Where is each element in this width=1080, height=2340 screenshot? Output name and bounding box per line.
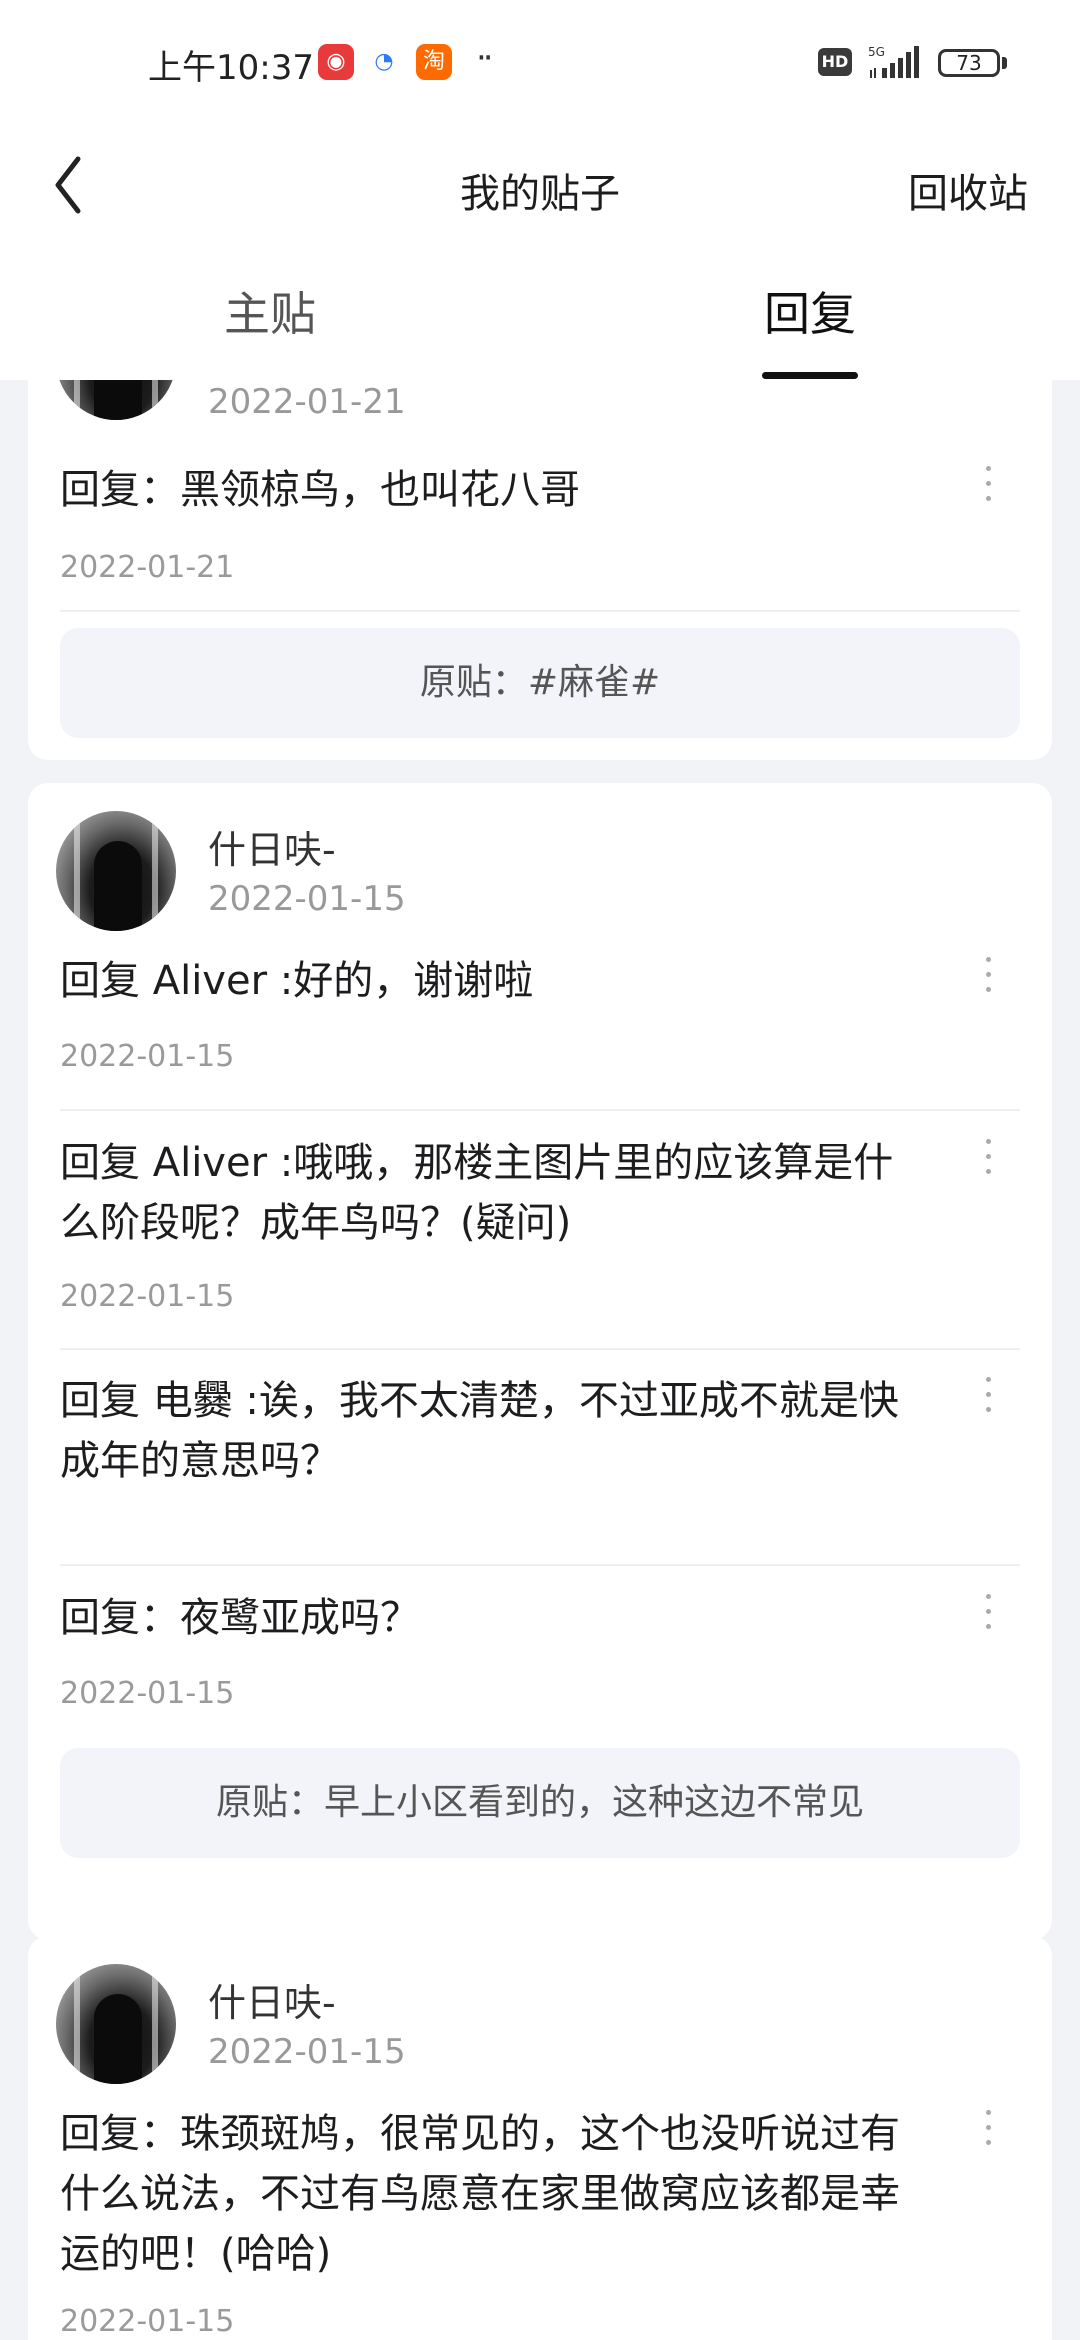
reply-text[interactable]: 回复：黑领椋鸟，也叫花八哥 [60, 460, 910, 520]
battery-icon: 73 [938, 49, 1000, 77]
reply-date: 2022-01-15 [60, 1676, 235, 1711]
svg-text:5G: 5G [868, 45, 885, 59]
status-time: 上午10:37 [148, 48, 314, 88]
reply-date: 2022-01-21 [60, 550, 235, 585]
original-post-link[interactable]: 原贴：#麻雀# [60, 628, 1020, 738]
divider [60, 1109, 1020, 1111]
browser-icon: ◔ [366, 44, 402, 80]
more-options-icon[interactable] [976, 951, 1000, 1001]
header-bar: 我的贴子 回收站 [0, 125, 1080, 250]
divider [60, 1564, 1020, 1566]
taobao-icon: 淘 [416, 44, 452, 80]
avatar[interactable] [56, 380, 176, 420]
divider [60, 610, 1020, 612]
tab-posts[interactable]: 主贴 [0, 278, 540, 344]
avatar[interactable] [56, 1964, 176, 2084]
tab-replies[interactable]: 回复 [540, 278, 1080, 344]
card-date: 2022-01-15 [208, 2032, 406, 2072]
status-bar: 上午10:37 ◉ ◔ 淘 ·· HD 5G 73 [0, 0, 1080, 125]
tab-bar: 主贴 回复 [0, 250, 1080, 380]
card-date: 2022-01-21 [208, 382, 406, 422]
more-options-icon[interactable] [976, 1588, 1000, 1638]
reply-list[interactable]: 2022-01-21 回复：黑领椋鸟，也叫花八哥 2022-01-21 原贴：#… [0, 380, 1080, 2340]
reply-card: 2022-01-21 回复：黑领椋鸟，也叫花八哥 2022-01-21 原贴：#… [28, 380, 1052, 760]
more-options-icon[interactable] [976, 460, 1000, 510]
reply-date: 2022-01-15 [60, 2304, 235, 2339]
recycle-bin-button[interactable]: 回收站 [908, 161, 1028, 219]
battery-cap [1002, 57, 1007, 69]
hd-icon: HD [818, 48, 852, 76]
original-post-link[interactable]: 原贴：早上小区看到的，这种这边不常见 [60, 1748, 1020, 1858]
more-options-icon[interactable] [976, 1133, 1000, 1183]
signal-icon: 5G [868, 45, 919, 78]
reply-card: 什日呋- 2022-01-15 回复：珠颈斑鸠，很常见的，这个也没听说过有什么说… [28, 1936, 1052, 2340]
username[interactable]: 什日呋- [208, 1972, 336, 2027]
reply-text[interactable]: 回复 电爨 :诶，我不太清楚，不过亚成不就是快成年的意思吗？ [60, 1371, 910, 1491]
reply-text[interactable]: 回复 Aliver :好的，谢谢啦 [60, 951, 910, 1011]
reply-card: 什日呋- 2022-01-15 回复 Aliver :好的，谢谢啦 2022-0… [28, 783, 1052, 1552]
avatar[interactable] [56, 811, 176, 931]
reply-text[interactable]: 回复：珠颈斑鸠，很常见的，这个也没听说过有什么说法，不过有鸟愿意在家里做窝应该都… [60, 2104, 910, 2284]
more-options-icon[interactable] [976, 2104, 1000, 2154]
more-notifications-icon: ·· [476, 38, 494, 78]
more-options-icon[interactable] [976, 1371, 1000, 1421]
username[interactable]: 什日呋- [208, 819, 336, 874]
card-date: 2022-01-15 [208, 879, 406, 919]
reply-text[interactable]: 回复 Aliver :哦哦，那楼主图片里的应该算是什么阶段呢？成年鸟吗？(疑问) [60, 1133, 910, 1253]
netease-music-icon: ◉ [318, 44, 354, 80]
reply-date: 2022-01-15 [60, 1279, 235, 1314]
reply-date: 2022-01-15 [60, 1039, 235, 1074]
reply-card-continued: 回复：夜鹭亚成吗？ 2022-01-15 原贴：早上小区看到的，这种这边不常见 [28, 1520, 1052, 1940]
reply-text[interactable]: 回复：夜鹭亚成吗？ [60, 1588, 910, 1648]
active-tab-indicator [762, 372, 858, 379]
divider [60, 1348, 1020, 1350]
